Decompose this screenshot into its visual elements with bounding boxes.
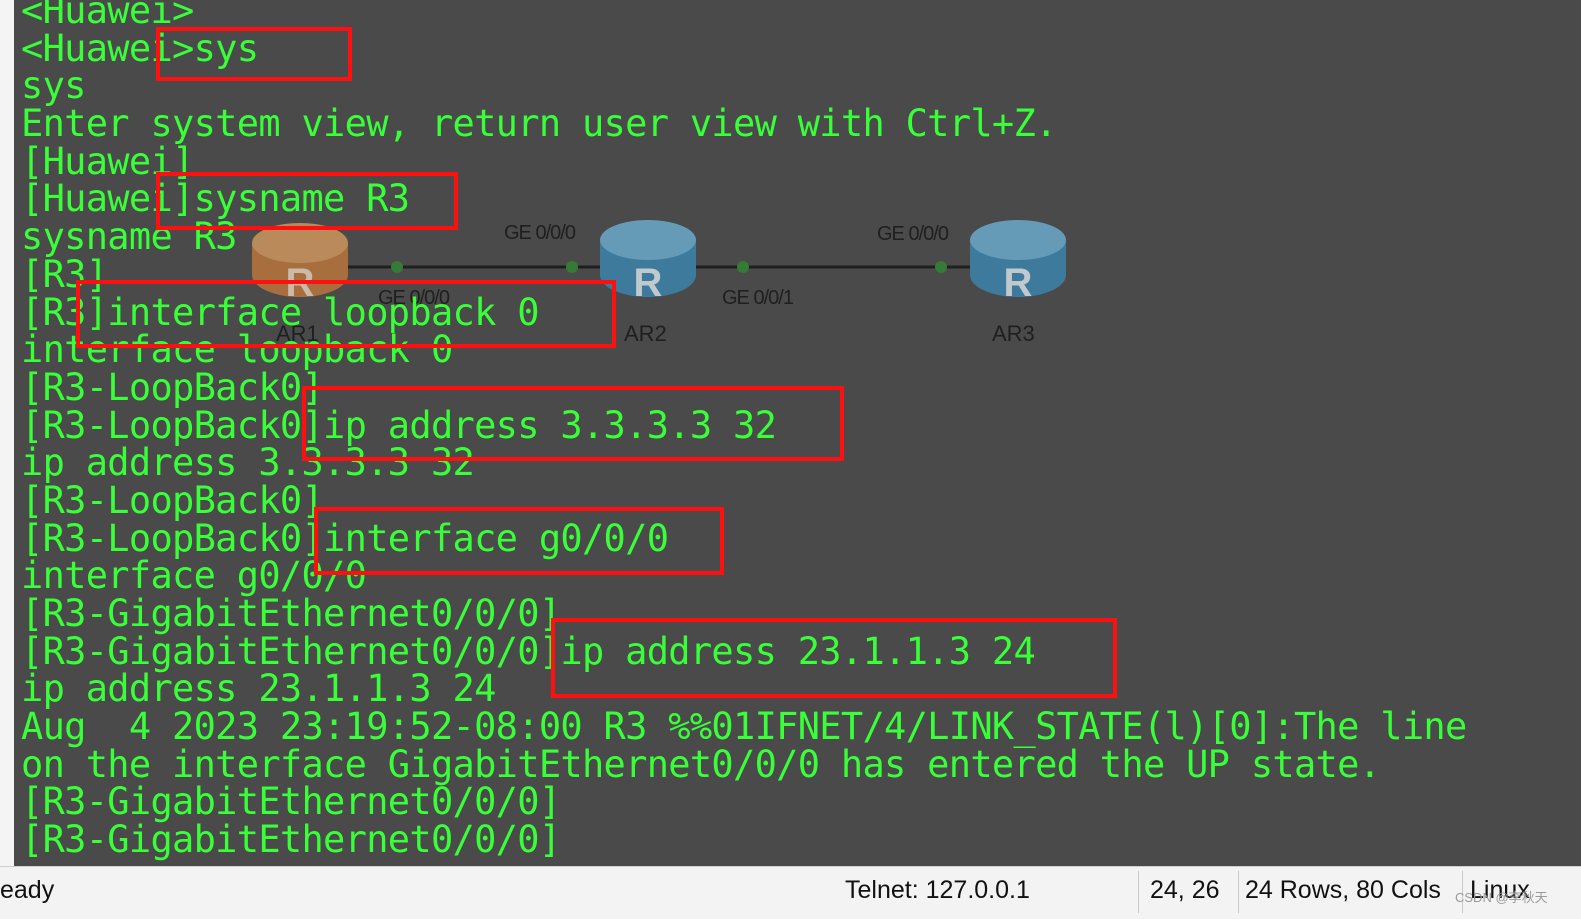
terminal-line: Aug 4 2023 23:19:52-08:00 R3 %%01IFNET/4… xyxy=(21,705,1467,749)
terminal-line: [R3-LoopBack0]interface g0/0/0 xyxy=(21,516,669,560)
highlight-box-ip-loopback xyxy=(302,386,844,461)
status-bar: eady Telnet: 127.0.0.1 24, 26 24 Rows, 8… xyxy=(0,866,1581,919)
terminal-line: <Huawei> xyxy=(21,0,194,32)
terminal-line: [R3-GigabitEthernet0/0/0] xyxy=(21,818,561,862)
terminal-line: interface g0/0/0 xyxy=(21,554,367,598)
status-state: eady xyxy=(0,876,55,904)
terminal-line: Enter system view, return user view with… xyxy=(21,102,1057,146)
status-divider xyxy=(1138,871,1139,913)
highlight-box-ip-g0 xyxy=(551,618,1117,698)
highlight-box-sysname xyxy=(156,172,458,230)
highlight-box-interface-g0 xyxy=(314,507,724,575)
status-size: 24 Rows, 80 Cols xyxy=(1245,876,1441,904)
left-margin xyxy=(0,0,15,866)
highlight-box-sys xyxy=(156,27,352,81)
terminal-line: [R3-GigabitEthernet0/0/0] xyxy=(21,780,561,824)
watermark-text: CSDN @李秋天 xyxy=(1455,890,1548,905)
status-connection: Telnet: 127.0.0.1 xyxy=(845,876,1030,904)
terminal-line: on the interface GigabitEthernet0/0/0 ha… xyxy=(21,742,1381,786)
highlight-box-interface-loopback xyxy=(76,280,616,348)
status-cursor: 24, 26 xyxy=(1150,876,1220,904)
terminal-window[interactable]: R R R GE 0/0/0 GE 0/0/0 GE 0/0/1 GE 0/0/… xyxy=(14,0,1581,866)
status-divider xyxy=(1238,871,1239,913)
terminal-line: [R3-LoopBack0] xyxy=(21,478,324,522)
